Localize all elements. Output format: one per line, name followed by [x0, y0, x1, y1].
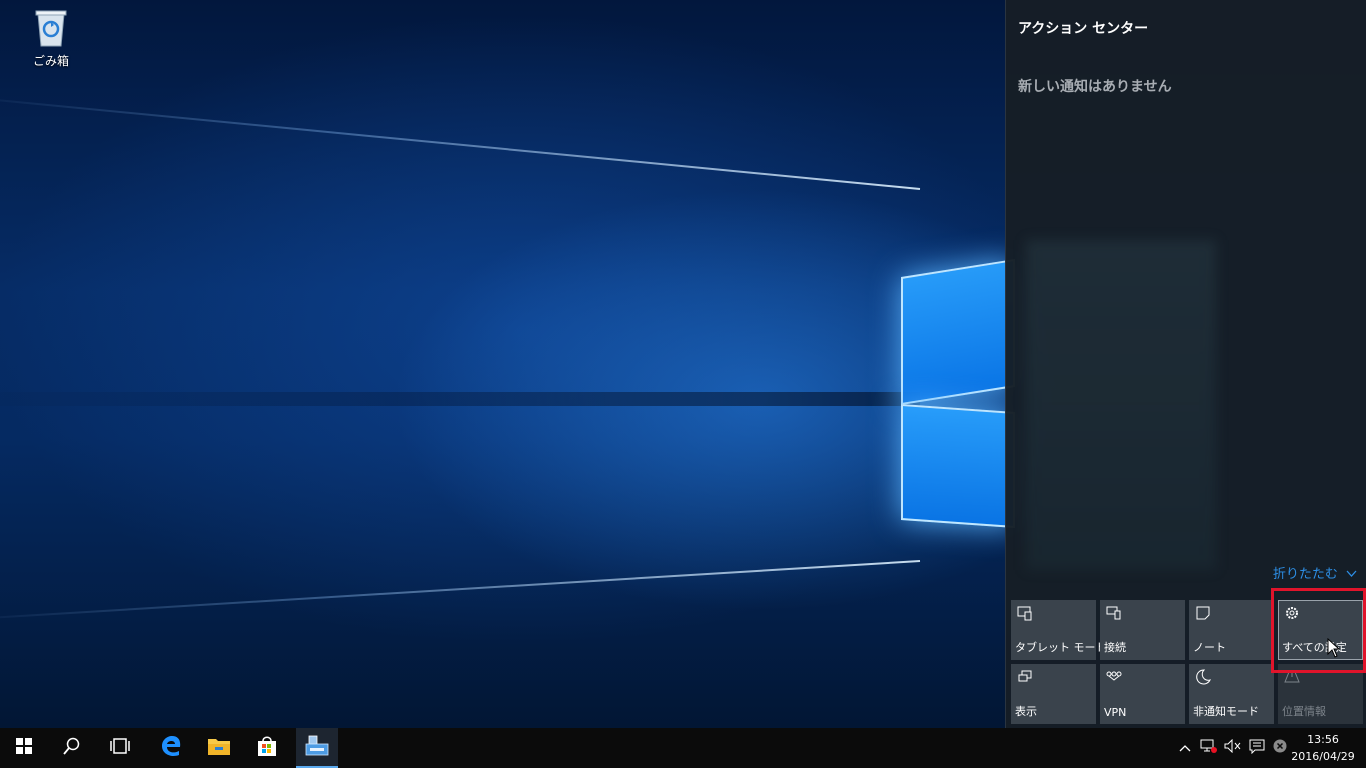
quick-action-label: ノート: [1193, 641, 1226, 654]
moon-icon: [1195, 669, 1211, 685]
volume-muted-icon: [1224, 738, 1242, 757]
show-hidden-icons-button[interactable]: [1174, 728, 1196, 768]
chevron-down-icon: [1346, 567, 1357, 582]
tablet-mode-icon: [1017, 605, 1033, 621]
collapse-label: 折りたたむ: [1272, 567, 1338, 582]
file-explorer-taskbar-button[interactable]: [195, 728, 243, 768]
note-icon: [1195, 605, 1211, 621]
action-center-panel: アクション センター 新しい通知はありません 折りたたむ タブレット モード 接…: [1005, 0, 1366, 728]
volume-tray-button[interactable]: [1222, 728, 1244, 768]
no-notifications-message: 新しい通知はありません: [1018, 79, 1172, 95]
desktop-icon-recycle-bin[interactable]: ごみ箱: [20, 8, 82, 69]
quick-action-label: 非通知モード: [1193, 705, 1259, 718]
quick-action-vpn[interactable]: VPN: [1100, 664, 1185, 724]
quick-action-location[interactable]: 位置情報: [1278, 664, 1363, 724]
task-view-button[interactable]: [96, 728, 144, 768]
quick-action-connect[interactable]: 接続: [1100, 600, 1185, 660]
active-app-taskbar-button[interactable]: [296, 728, 338, 768]
collapse-button[interactable]: 折りたたむ: [1273, 563, 1357, 582]
store-taskbar-button[interactable]: [243, 728, 291, 768]
action-center-icon: [1249, 739, 1265, 758]
quick-action-label: 表示: [1015, 705, 1037, 718]
action-center-title: アクション センター: [1018, 21, 1149, 37]
close-circle-icon: [1273, 739, 1287, 757]
start-icon: [16, 738, 32, 758]
task-view-icon: [109, 738, 131, 758]
dark-band: [0, 392, 920, 406]
store-icon: [256, 735, 278, 761]
quick-action-tablet-mode[interactable]: タブレット モード: [1011, 600, 1107, 660]
network-icon: [1200, 739, 1218, 757]
app-icon: [305, 735, 329, 761]
quick-action-label: すべての設定: [1282, 641, 1347, 654]
vpn-icon: [1106, 669, 1122, 685]
light-beam: [0, 560, 921, 622]
clock-date: 2016/04/29: [1291, 750, 1355, 763]
search-icon: [63, 737, 81, 759]
file-explorer-icon: [207, 736, 231, 760]
quick-action-project[interactable]: 表示: [1011, 664, 1096, 724]
quick-action-all-settings[interactable]: すべての設定: [1278, 600, 1363, 660]
logo-pane-top: [901, 258, 1015, 406]
logo-pane-bottom: [901, 404, 1015, 528]
background-blur: [1026, 240, 1216, 570]
edge-icon: [160, 735, 182, 761]
connect-icon: [1106, 605, 1122, 621]
desktop-icon-label: ごみ箱: [32, 54, 69, 68]
quick-action-note[interactable]: ノート: [1189, 600, 1274, 660]
quick-action-quiet-hours[interactable]: 非通知モード: [1189, 664, 1274, 724]
quick-action-label: タブレット モード: [1015, 641, 1107, 654]
project-icon: [1017, 669, 1033, 685]
action-center-tray-button[interactable]: [1246, 728, 1268, 768]
network-tray-button[interactable]: [1198, 728, 1220, 768]
clock-time: 13:56: [1307, 733, 1339, 746]
quick-action-label: 位置情報: [1282, 705, 1326, 718]
quick-action-label: 接続: [1104, 641, 1126, 654]
light-beam: [0, 94, 921, 190]
taskbar-clock[interactable]: 13:56 2016/04/29: [1288, 731, 1358, 765]
quick-actions-grid: タブレット モード 接続 ノート すべての設定 表示 VPN 非通知モード 位置…: [1011, 600, 1363, 724]
start-button[interactable]: [0, 728, 48, 768]
gear-icon: [1284, 605, 1300, 621]
edge-taskbar-button[interactable]: [147, 728, 195, 768]
recycle-bin-icon: [33, 8, 69, 48]
search-button[interactable]: [48, 728, 96, 768]
chevron-up-icon: [1179, 741, 1191, 756]
taskbar: 13:56 2016/04/29: [0, 728, 1366, 768]
quick-action-label: VPN: [1104, 706, 1127, 719]
location-icon: [1284, 669, 1300, 685]
